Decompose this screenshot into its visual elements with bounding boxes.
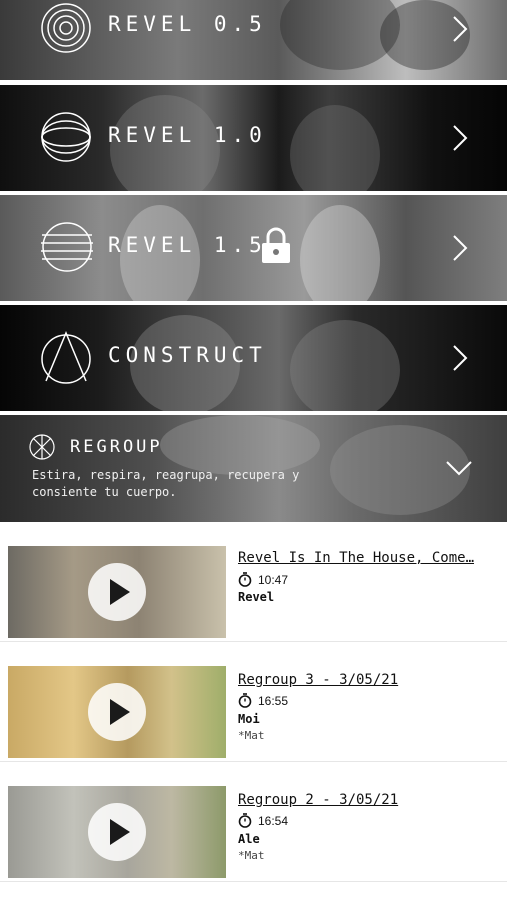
program-banner-revel-05[interactable]: REVEL 0.5 [0, 0, 507, 80]
triangle-circle-icon [41, 331, 91, 384]
program-description: Estira, respira, reagrupa, recupera y co… [32, 468, 300, 499]
concentric-circles-icon [41, 3, 91, 53]
video-title[interactable]: Revel Is In The House, Come… [238, 550, 488, 566]
chevron-right-icon [453, 345, 468, 371]
video-duration: 10:47 [238, 572, 288, 587]
video-duration: 16:54 [238, 813, 288, 828]
duration-text: 16:54 [258, 813, 289, 828]
list-item[interactable]: Regroup 3 - 3/05/21 16:55 Moi *Mat [0, 642, 507, 762]
program-title: REVEL 1.5 [108, 233, 267, 257]
globe-circle-icon [41, 112, 91, 162]
chevron-right-icon [453, 16, 468, 42]
video-instructor: Ale [238, 832, 260, 846]
video-thumbnail[interactable] [8, 786, 226, 878]
video-instructor: Revel [238, 590, 275, 604]
duration-text: 16:55 [258, 693, 289, 708]
program-title: REVEL 0.5 [108, 12, 267, 36]
chevron-right-icon [453, 235, 468, 261]
video-equipment: *Mat [238, 849, 265, 862]
stopwatch-icon [238, 813, 252, 828]
program-title: REVEL 1.0 [108, 123, 267, 147]
video-thumbnail[interactable] [8, 546, 226, 638]
duration-text: 10:47 [258, 572, 289, 587]
program-banner-revel-15[interactable]: REVEL 1.5 [0, 195, 507, 301]
video-thumbnail[interactable] [8, 666, 226, 758]
program-banner-revel-10[interactable]: REVEL 1.0 [0, 85, 507, 191]
lock-icon [262, 227, 290, 263]
chevron-down-icon[interactable] [445, 459, 473, 477]
striped-circle-icon [41, 222, 93, 272]
video-equipment: *Mat [238, 729, 265, 742]
video-title[interactable]: Regroup 3 - 3/05/21 [238, 672, 488, 688]
program-banner-regroup[interactable]: REGROUP Estira, respira, reagrupa, recup… [0, 415, 507, 522]
stopwatch-icon [238, 572, 252, 587]
list-item[interactable]: Regroup 2 - 3/05/21 16:54 Ale *Mat [0, 762, 507, 882]
program-banner-construct[interactable]: CONSTRUCT [0, 305, 507, 411]
crossed-circle-icon [29, 434, 55, 460]
video-list: Revel Is In The House, Come… 10:47 Revel… [0, 522, 507, 882]
video-instructor: Moi [238, 712, 260, 726]
video-duration: 16:55 [238, 693, 288, 708]
program-title: CONSTRUCT [108, 343, 267, 367]
play-icon[interactable] [88, 563, 146, 621]
play-icon[interactable] [88, 803, 146, 861]
video-title[interactable]: Regroup 2 - 3/05/21 [238, 792, 488, 808]
stopwatch-icon [238, 693, 252, 708]
list-item[interactable]: Revel Is In The House, Come… 10:47 Revel [0, 522, 507, 642]
program-title: REGROUP [70, 437, 163, 457]
play-icon[interactable] [88, 683, 146, 741]
chevron-right-icon [453, 125, 468, 151]
